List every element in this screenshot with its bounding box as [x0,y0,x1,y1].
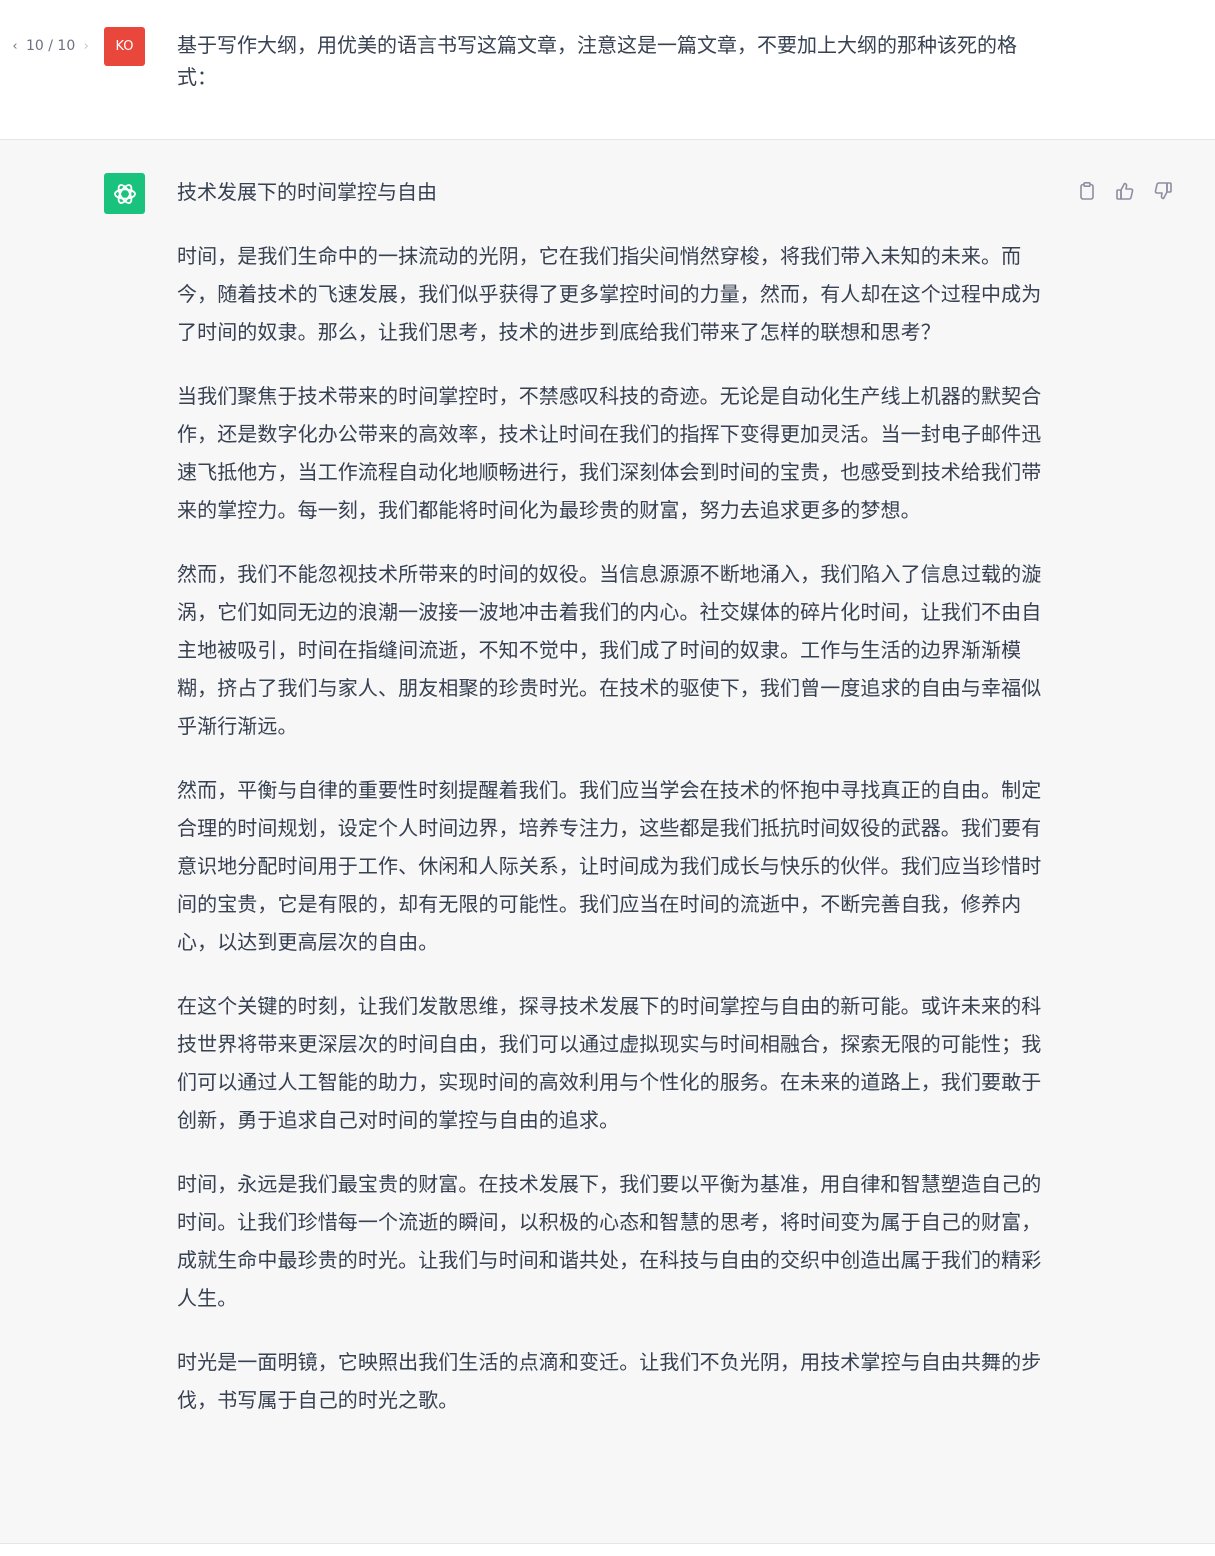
message-actions [1074,178,1176,204]
article-paragraph: 在这个关键的时刻，让我们发散思维，探寻技术发展下的时间掌控与自由的新可能。或许未… [177,994,1042,1132]
article-paragraph: 然而，我们不能忽视技术所带来的时间的奴役。当信息源源不断地涌入，我们陷入了信息过… [177,562,1042,738]
user-avatar-initials: KO [115,39,134,54]
article-paragraph: 然而，平衡与自律的重要性时刻提醒着我们。我们应当学会在技术的怀抱中寻找真正的自由… [177,778,1042,954]
pager-text: 10 / 10 [26,38,76,54]
chevron-left-icon[interactable]: ‹ [8,39,22,54]
openai-logo-icon [104,173,145,214]
article-paragraph: 时间，永远是我们最宝贵的财富。在技术发展下，我们要以平衡为基准，用自律和智慧塑造… [177,1172,1042,1310]
article-paragraph: 时间，是我们生命中的一抹流动的光阴，它在我们指尖间悄然穿梭，将我们带入未知的未来… [177,244,1042,344]
thumbs-down-icon[interactable] [1150,178,1176,204]
user-message: ‹ 10 / 10 › KO 基于写作大纲，用优美的语言书写这篇文章，注意这是一… [0,0,1215,140]
message-pager: ‹ 10 / 10 › [8,38,93,54]
article-paragraph: 时光是一面明镜，它映照出我们生活的点滴和变迁。让我们不负光阴，用技术掌控与自由共… [177,1350,1042,1412]
user-message-text: 基于写作大纲，用优美的语言书写这篇文章，注意这是一篇文章，不要加上大纲的那种该死… [177,33,1017,89]
clipboard-icon[interactable] [1074,178,1100,204]
assistant-message-content: 技术发展下的时间掌控与自由 时间，是我们生命中的一抹流动的光阴，它在我们指尖间悄… [177,176,1047,1445]
article-title: 技术发展下的时间掌控与自由 [177,180,437,204]
user-avatar: KO [104,27,145,66]
thumbs-up-icon[interactable] [1112,178,1138,204]
chevron-right-icon[interactable]: › [79,39,93,54]
article-paragraph: 当我们聚焦于技术带来的时间掌控时，不禁感叹科技的奇迹。无论是自动化生产线上机器的… [177,384,1042,522]
assistant-message: 技术发展下的时间掌控与自由 时间，是我们生命中的一抹流动的光阴，它在我们指尖间悄… [0,140,1215,1544]
